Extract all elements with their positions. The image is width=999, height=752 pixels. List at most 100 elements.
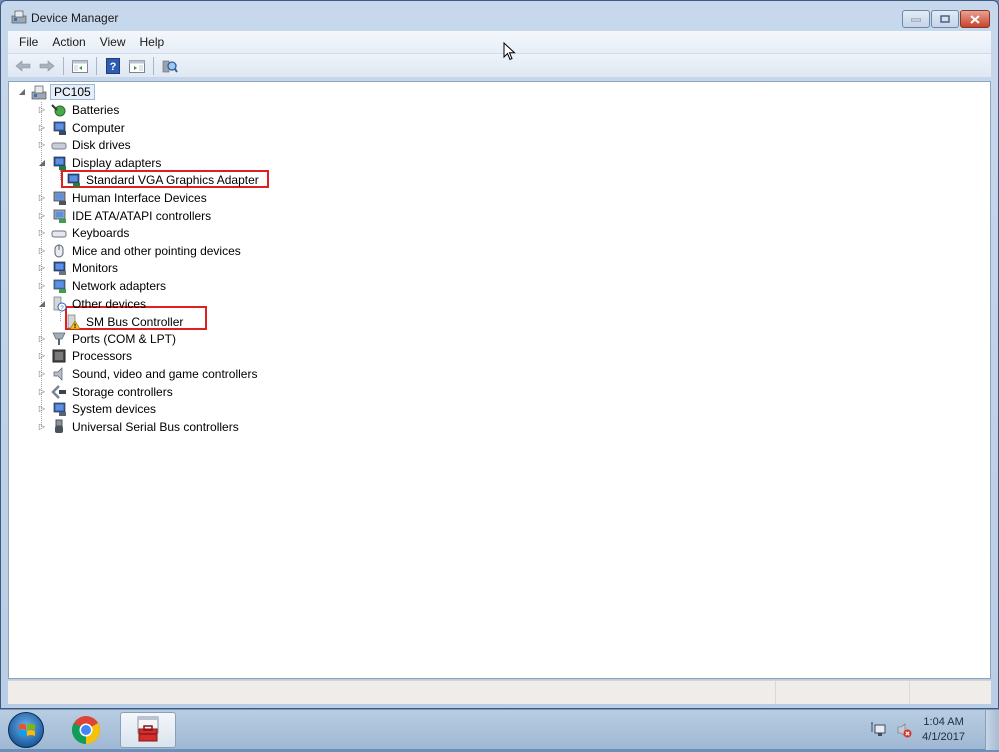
close-button[interactable] xyxy=(960,10,990,28)
expand-arrow-icon[interactable]: ▷ xyxy=(37,140,47,150)
show-hide-console-tree-button[interactable] xyxy=(69,56,91,76)
menu-action[interactable]: Action xyxy=(45,35,92,49)
tree-device-standard-vga-graphics-adapter[interactable]: Standard VGA Graphics Adapter xyxy=(65,171,261,188)
hid-icon xyxy=(53,191,66,205)
expand-arrow-icon[interactable]: ▷ xyxy=(37,246,47,256)
tree-category-processors[interactable]: ▷ Processors xyxy=(37,347,134,364)
chrome-icon xyxy=(72,716,100,744)
expand-arrow-icon[interactable]: ▷ xyxy=(37,193,47,203)
tree-category-ide-ata-atapi-controllers[interactable]: ▷ IDE ATA/ATAPI controllers xyxy=(37,207,213,224)
toolbar-separator xyxy=(153,56,154,75)
status-cell-main xyxy=(8,681,776,704)
tree-category-other-devices[interactable]: ◢? Other devices xyxy=(37,295,148,312)
collapse-arrow-icon[interactable]: ◢ xyxy=(37,299,47,309)
back-arrow-icon xyxy=(15,59,31,72)
collapse-arrow-icon[interactable]: ◢ xyxy=(17,87,27,97)
maximize-button[interactable] xyxy=(931,10,959,28)
start-button[interactable] xyxy=(8,712,44,748)
volume-muted-icon[interactable] xyxy=(896,722,912,738)
minimize-icon xyxy=(911,18,921,22)
monitor-icon xyxy=(53,261,66,275)
tree-category-ports-com-lpt[interactable]: ▷ Ports (COM & LPT) xyxy=(37,330,178,347)
tree-category-mice-and-other-pointing-devices[interactable]: ▷ Mice and other pointing devices xyxy=(37,242,243,259)
maximize-icon xyxy=(940,15,950,23)
tree-category-monitors[interactable]: ▷ Monitors xyxy=(37,259,120,276)
taskbar-chrome[interactable] xyxy=(62,712,110,748)
tree-category-label: Keyboards xyxy=(72,225,130,240)
tree-category-label: System devices xyxy=(72,401,157,416)
show-hide-console-tree-icon xyxy=(72,59,88,73)
tree-category-batteries[interactable]: ▷ Batteries xyxy=(37,101,121,118)
processor-icon xyxy=(52,349,66,362)
tree-category-keyboards[interactable]: ▷ Keyboards xyxy=(37,224,131,241)
taskbar-device-manager[interactable] xyxy=(120,712,176,748)
tree-category-label: Human Interface Devices xyxy=(72,190,207,205)
expand-arrow-icon[interactable]: ▷ xyxy=(37,351,47,361)
expand-arrow-icon[interactable]: ▷ xyxy=(37,369,47,379)
system-tray: 1:04 AM 4/1/2017 xyxy=(870,710,999,750)
clock[interactable]: 1:04 AM 4/1/2017 xyxy=(922,715,965,745)
tree-category-human-interface-devices[interactable]: ▷ Human Interface Devices xyxy=(37,189,209,206)
tree-category-label: Batteries xyxy=(72,102,120,117)
tree-category-network-adapters[interactable]: ▷ Network adapters xyxy=(37,277,168,294)
show-hide-action-pane-button[interactable] xyxy=(126,56,148,76)
expand-arrow-icon[interactable]: ▷ xyxy=(37,263,47,273)
tree-category-system-devices[interactable]: ▷ System devices xyxy=(37,400,158,417)
expand-arrow-icon[interactable]: ▷ xyxy=(37,228,47,238)
show-hide-action-pane-icon xyxy=(129,59,145,73)
windows-logo-icon xyxy=(19,724,35,736)
tree-category-disk-drives[interactable]: ▷ Disk drives xyxy=(37,136,133,153)
tree-device-label: SM Bus Controller xyxy=(86,314,184,329)
menu-file[interactable]: File xyxy=(12,35,45,49)
tree-category-label: Disk drives xyxy=(72,137,131,152)
help-icon: ? xyxy=(106,57,120,74)
back-button[interactable] xyxy=(12,56,34,76)
toolbox-icon xyxy=(137,716,159,742)
taskbar: 1:04 AM 4/1/2017 xyxy=(0,709,999,750)
device-tree-pane[interactable]: ◢ PC105 ▷ Batteries ▷ Computer ▷ Disk drives ◢… xyxy=(8,81,991,679)
collapse-arrow-icon[interactable]: ◢ xyxy=(37,158,47,168)
tree-root-label: PC105 xyxy=(50,83,95,100)
expand-arrow-icon[interactable]: ▷ xyxy=(37,281,47,291)
tree-category-storage-controllers[interactable]: ▷ Storage controllers xyxy=(37,383,175,400)
status-cell-tertiary xyxy=(910,681,991,704)
tree-category-label: Computer xyxy=(72,120,125,135)
network-icon[interactable] xyxy=(870,722,886,738)
expand-arrow-icon[interactable]: ▷ xyxy=(37,334,47,344)
show-desktop-button[interactable] xyxy=(985,710,999,750)
tree-category-computer[interactable]: ▷ Computer xyxy=(37,119,127,136)
scan-hardware-button[interactable] xyxy=(159,56,181,76)
expand-arrow-icon[interactable]: ▷ xyxy=(37,211,47,221)
expand-arrow-icon[interactable]: ▷ xyxy=(37,387,47,397)
scan-hardware-changes-icon xyxy=(162,60,178,73)
network-adapter-icon xyxy=(53,279,66,293)
status-bar xyxy=(8,680,991,704)
keyboard-icon xyxy=(51,230,67,237)
ide-controller-icon xyxy=(53,209,66,223)
forward-button[interactable] xyxy=(36,56,58,76)
minimize-button[interactable] xyxy=(902,10,930,28)
menu-help[interactable]: Help xyxy=(133,35,172,49)
menu-view[interactable]: View xyxy=(93,35,133,49)
expand-arrow-icon[interactable]: ▷ xyxy=(37,404,47,414)
tree-root-pc105[interactable]: ◢ PC105 xyxy=(17,83,95,100)
usb-icon xyxy=(55,419,63,433)
computer-icon xyxy=(31,85,47,99)
help-button[interactable]: ? xyxy=(102,56,124,76)
expand-arrow-icon[interactable]: ▷ xyxy=(37,123,47,133)
expand-arrow-icon[interactable]: ▷ xyxy=(37,105,47,115)
tree-category-sound-video-and-game-controllers[interactable]: ▷ Sound, video and game controllers xyxy=(37,365,259,382)
storage-controller-icon xyxy=(51,384,66,399)
display-adapter-icon xyxy=(67,173,80,187)
tree-category-label: Sound, video and game controllers xyxy=(72,366,258,381)
device-manager-window: Device Manager File Action View Help ? ◢… xyxy=(0,0,999,709)
title-bar[interactable]: Device Manager xyxy=(1,1,998,31)
unknown-device-icon: ? xyxy=(53,296,67,312)
tree-category-universal-serial-bus-controllers[interactable]: ▷ Universal Serial Bus controllers xyxy=(37,418,241,435)
expand-arrow-icon[interactable]: ▷ xyxy=(37,422,47,432)
tree-category-label: Network adapters xyxy=(72,278,167,293)
clock-date: 4/1/2017 xyxy=(922,731,965,743)
clock-time: 1:04 AM xyxy=(923,716,964,728)
tree-category-display-adapters[interactable]: ◢ Display adapters xyxy=(37,154,163,171)
tree-device-sm-bus-controller[interactable]: SM Bus Controller xyxy=(65,313,185,330)
